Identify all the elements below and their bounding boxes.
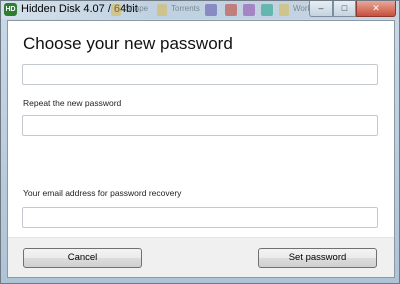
folder-icon bbox=[111, 4, 121, 16]
minimize-button[interactable]: – bbox=[309, 1, 333, 17]
email-label: Your email address for password recovery bbox=[23, 188, 182, 198]
repeat-password-label: Repeat the new password bbox=[23, 98, 122, 108]
dialog-footer: Cancel Set password bbox=[8, 237, 394, 277]
app-window: HD Hidden Disk 4.07 / 64bit Shape Torren… bbox=[0, 0, 400, 284]
new-password-field[interactable] bbox=[22, 64, 378, 85]
app-icon-teal bbox=[261, 4, 273, 16]
email-field[interactable] bbox=[22, 207, 378, 228]
folder-icon bbox=[279, 4, 289, 16]
maximize-button[interactable]: □ bbox=[333, 1, 356, 17]
repeat-password-field[interactable] bbox=[22, 115, 378, 136]
app-icon-violet bbox=[243, 4, 255, 16]
app-icon-purple bbox=[205, 4, 217, 16]
cancel-button[interactable]: Cancel bbox=[23, 248, 142, 268]
dialog-heading: Choose your new password bbox=[23, 34, 233, 53]
set-password-button[interactable]: Set password bbox=[258, 248, 377, 268]
background-tab-label: Torrents bbox=[171, 4, 200, 13]
app-icon-red bbox=[225, 4, 237, 16]
background-tab-label: Shape bbox=[125, 4, 149, 13]
dialog-body: Choose your new password Repeat the new … bbox=[7, 20, 395, 278]
app-icon: HD bbox=[4, 3, 17, 16]
close-button[interactable]: ✕ bbox=[356, 1, 396, 17]
folder-icon bbox=[157, 4, 167, 16]
title-bar[interactable]: HD Hidden Disk 4.07 / 64bit Shape Torren… bbox=[1, 1, 399, 19]
